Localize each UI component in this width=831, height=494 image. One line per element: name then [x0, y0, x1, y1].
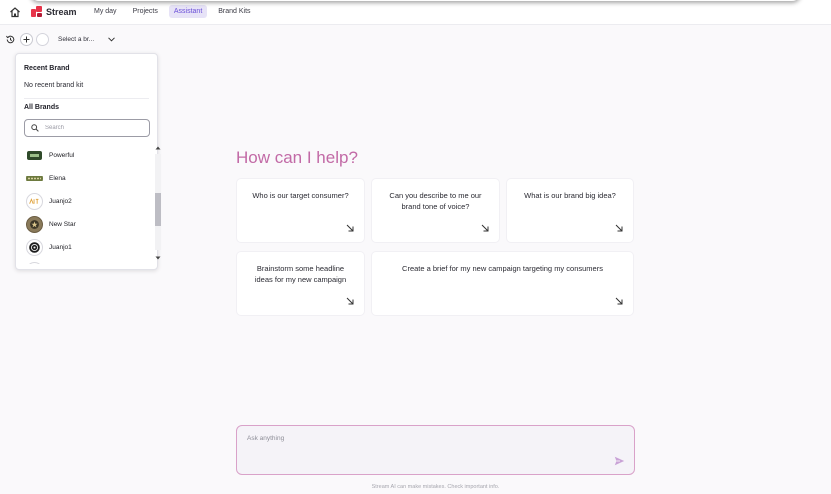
- brand-name: Juanjo1: [49, 244, 72, 251]
- brand-list-scrollbar[interactable]: [153, 142, 162, 264]
- brand-name: Elena: [49, 175, 66, 182]
- nav-brand-kits[interactable]: Brand Kits: [213, 5, 255, 18]
- brand-logo-icon: [26, 262, 43, 264]
- nav-assistant[interactable]: Assistant: [168, 5, 208, 18]
- brand-logo-icon: [26, 239, 43, 256]
- list-item-brand-partial[interactable]: [26, 262, 43, 264]
- main-nav: My day Projects Assistant Brand Kits: [89, 5, 256, 18]
- list-item-brand-juanjo1[interactable]: Juanjo1: [26, 239, 72, 256]
- brand-avatar[interactable]: [36, 32, 49, 46]
- brand-name: Juanjo2: [49, 198, 72, 205]
- suggestion-card-tone-of-voice[interactable]: Can you describe to me our brand tone of…: [372, 179, 499, 242]
- arrow-down-right-icon: [615, 224, 623, 232]
- arrow-down-right-icon: [346, 224, 354, 232]
- list-item-brand-powerful[interactable]: Powerful: [26, 147, 74, 164]
- arrow-down-right-icon: [481, 224, 489, 232]
- brand-search-field[interactable]: [24, 119, 150, 137]
- app-name: Stream: [46, 6, 77, 17]
- suggestion-text: Brainstorm some headline ideas for my ne…: [254, 264, 347, 284]
- scrollbar-thumb[interactable]: [155, 193, 161, 226]
- list-item-brand-juanjo2[interactable]: Juanjo2: [26, 193, 72, 210]
- brand-name: New Star: [49, 221, 76, 228]
- suggestion-card-target-consumer[interactable]: Who is our target consumer?: [237, 179, 364, 242]
- suggestion-text: Create a brief for my new campaign targe…: [402, 264, 603, 273]
- chevron-down-icon: [108, 36, 115, 42]
- list-item-brand-elena[interactable]: Elena: [26, 170, 66, 187]
- recent-brand-heading: Recent Brand: [24, 65, 70, 72]
- history-button[interactable]: [4, 33, 17, 46]
- scroll-up-arrow-icon[interactable]: [155, 145, 161, 151]
- scroll-down-arrow-icon[interactable]: [155, 255, 161, 261]
- arrow-down-right-icon: [346, 297, 354, 305]
- arrow-down-right-icon: [615, 297, 623, 305]
- list-item-brand-new-star[interactable]: New Star: [26, 216, 76, 233]
- page-title: How can I help?: [236, 148, 358, 167]
- suggestion-card-headline-ideas[interactable]: Brainstorm some headline ideas for my ne…: [237, 252, 364, 315]
- divider: [24, 98, 149, 99]
- all-brands-heading: All Brands: [24, 104, 60, 111]
- ask-input[interactable]: [247, 435, 607, 463]
- chat-composer: [236, 425, 635, 475]
- recent-brand-empty: No recent brand kit: [24, 82, 84, 89]
- brand-dropdown-panel: Recent Brand No recent brand kit All Bra…: [15, 53, 161, 270]
- app-logo[interactable]: Stream: [31, 6, 77, 17]
- home-icon[interactable]: [9, 6, 21, 18]
- brand-select-value: Select a br...: [58, 35, 95, 43]
- suggestion-text: Can you describe to me our brand tone of…: [389, 191, 482, 211]
- assistant-toolbar: Select a br...: [4, 31, 115, 47]
- brand-select-dropdown[interactable]: Select a br...: [58, 36, 115, 43]
- ai-disclaimer: Stream AI can make mistakes. Check impor…: [371, 484, 500, 490]
- history-icon: [6, 35, 15, 43]
- brand-logo-icon: [26, 216, 43, 233]
- brand-logo-icon: [26, 193, 43, 210]
- brand-list: Powerful Elena Juanjo2 New Star Juanjo1: [24, 144, 139, 264]
- suggestion-card-big-idea[interactable]: What is our brand big idea?: [507, 179, 633, 242]
- suggestion-text: Who is our target consumer?: [252, 191, 349, 200]
- suggestion-card-campaign-brief[interactable]: Create a brief for my new campaign targe…: [372, 252, 633, 315]
- new-chat-button[interactable]: [20, 32, 33, 46]
- brand-logo-icon: [26, 170, 43, 187]
- nav-projects[interactable]: Projects: [128, 5, 163, 18]
- brand-logo-icon: [26, 147, 43, 164]
- nav-my-day[interactable]: My day: [89, 5, 122, 18]
- brand-search-input[interactable]: [45, 125, 135, 131]
- stream-logo-icon: [31, 6, 42, 17]
- plus-icon: [23, 36, 30, 42]
- brand-name: Powerful: [49, 152, 75, 159]
- send-icon[interactable]: [614, 456, 625, 466]
- suggestion-text: What is our brand big idea?: [524, 191, 616, 200]
- top-navigation-bar: Stream My day Projects Assistant Brand K…: [0, 0, 831, 25]
- search-icon: [31, 124, 39, 132]
